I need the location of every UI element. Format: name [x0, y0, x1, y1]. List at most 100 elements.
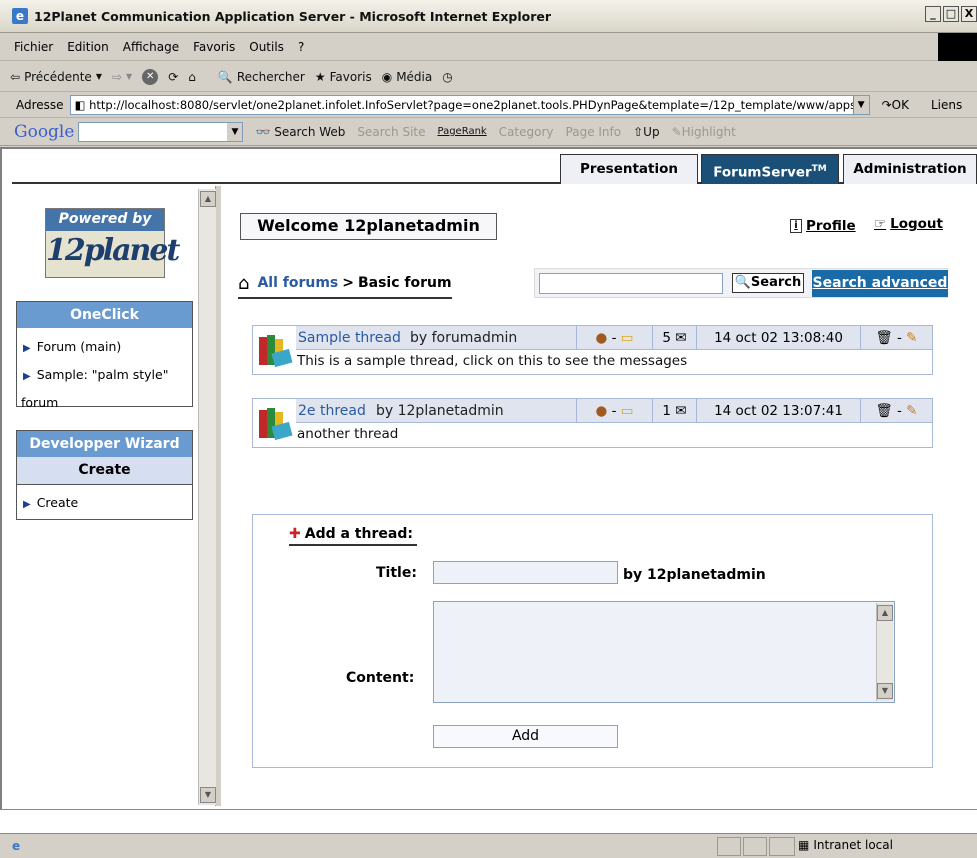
history-button[interactable]: ◷ — [442, 70, 452, 84]
ie-page-icon: e — [12, 839, 21, 853]
scroll-up-icon[interactable]: ▲ — [200, 191, 216, 207]
thread-title-input[interactable] — [433, 561, 618, 584]
favorites-button[interactable]: ★ Favoris — [315, 70, 372, 84]
search-icon: 🔍 — [217, 69, 233, 84]
status-cell — [743, 836, 767, 856]
powered-by-logo: Powered by 12planet — [45, 208, 180, 278]
sidebar-item-forum-main[interactable]: ▶ Forum (main) — [17, 334, 192, 362]
title-label: Title: — [376, 565, 417, 581]
refresh-button[interactable]: ⟳ — [168, 70, 178, 84]
home-button[interactable]: ⌂ — [188, 70, 196, 84]
search-advanced-link[interactable]: Search advanced — [812, 270, 948, 297]
thread-title-link[interactable]: 2e thread — [298, 399, 366, 423]
media-icon: ◉ — [381, 69, 393, 84]
menu-edition[interactable]: Edition — [67, 40, 109, 54]
address-input[interactable]: ◧ http://localhost:8080/servlet/one2plan… — [69, 94, 870, 115]
search-web-button[interactable]: 👓 Search Web — [255, 125, 345, 139]
folder-icon[interactable]: ▭ — [621, 330, 634, 346]
google-search-input[interactable]: ▼ — [78, 121, 244, 142]
play-icon[interactable]: ● — [595, 330, 607, 346]
breadcrumb: ⌂ All forums > Basic forum — [238, 269, 452, 299]
sidebar-item-forum-continued[interactable]: forum — [17, 390, 192, 416]
sidebar-item-sample-palm[interactable]: ▶ Sample: "palm style" — [17, 362, 192, 390]
menu-favoris[interactable]: Favoris — [193, 40, 235, 54]
minimize-button[interactable]: _ — [925, 6, 941, 22]
back-arrow-icon: ⇦ — [10, 69, 21, 84]
forum-search-button[interactable]: 🔍Search — [732, 273, 804, 293]
media-button[interactable]: ◉ Média — [382, 70, 433, 84]
close-button[interactable]: X — [961, 6, 977, 22]
message-count: 5 ✉ — [652, 326, 696, 350]
up-button[interactable]: ⇧Up — [633, 125, 659, 139]
logout-link[interactable]: ☞ Logout — [874, 216, 943, 232]
thread-actions: ● - ▭ — [576, 399, 652, 423]
category-button[interactable]: Category — [499, 125, 554, 139]
intranet-icon: ▦ — [798, 838, 810, 852]
message-count: 1 ✉ — [652, 399, 696, 423]
stop-icon: ✕ — [142, 68, 159, 85]
google-logo[interactable]: Google — [14, 122, 74, 142]
scroll-down-icon[interactable]: ▼ — [877, 683, 893, 699]
oneclick-box: OneClick ▶ Forum (main) ▶ Sample: "palm st… — [16, 301, 193, 410]
title-bar: e 12Planet Communication Application Ser… — [0, 0, 977, 33]
magnifier-icon: 🔍 — [734, 275, 751, 290]
search-button[interactable]: 🔍 Rechercher — [218, 70, 305, 84]
tab-presentation[interactable]: Presentation — [560, 154, 698, 184]
go-button[interactable]: ↷OK — [882, 98, 909, 112]
thread-title-link[interactable]: Sample thread — [298, 326, 401, 350]
thread-by-user: by 12planetadmin — [623, 567, 766, 583]
status-cell — [769, 836, 795, 856]
breadcrumb-all-forums[interactable]: All forums — [257, 275, 338, 291]
page-icon: ◧ — [74, 97, 90, 112]
scroll-down-icon[interactable]: ▼ — [200, 787, 216, 803]
menu-fichier[interactable]: Fichier — [14, 40, 53, 54]
menu-help[interactable]: ? — [298, 40, 304, 54]
menu-outils[interactable]: Outils — [249, 40, 284, 54]
triangle-icon: ▶ — [23, 499, 31, 510]
forum-search-input[interactable] — [539, 273, 723, 294]
scroll-up-icon[interactable]: ▲ — [877, 605, 893, 621]
search-site-button[interactable]: Search Site — [357, 125, 425, 139]
folder-icon[interactable]: ▭ — [621, 403, 634, 419]
window-title: 12Planet Communication Application Serve… — [34, 8, 552, 24]
forward-button[interactable]: ⇨ ▼ — [112, 70, 132, 84]
stop-button[interactable]: ✕ — [142, 68, 159, 85]
status-cell — [717, 836, 741, 856]
links-button[interactable]: Liens — [931, 98, 962, 112]
chevron-down-icon[interactable]: ▼ — [227, 122, 243, 141]
menu-affichage[interactable]: Affichage — [123, 40, 179, 54]
home-icon: ⌂ — [188, 69, 196, 84]
pagerank-button[interactable]: PageRank — [438, 126, 487, 137]
back-button[interactable]: ⇦ Précédente ▼ — [10, 70, 102, 84]
left-frame-scrollbar[interactable]: ▲ ▼ — [198, 189, 216, 805]
frame-divider[interactable] — [216, 186, 221, 806]
bottom-frame — [0, 809, 977, 833]
thread-row[interactable]: Sample thread by forumadmin ● - ▭ 5 ✉ 14… — [252, 325, 933, 375]
tab-forumserver[interactable]: ForumServerTM — [701, 154, 839, 184]
trash-icon[interactable]: 🗑 — [876, 330, 893, 346]
maximize-button[interactable]: □ — [943, 6, 959, 22]
wizard-title: Developper Wizard — [17, 431, 192, 457]
play-icon[interactable]: ● — [595, 403, 607, 419]
profile-link[interactable]: i Profile — [790, 218, 856, 234]
address-dropdown-icon[interactable]: ▼ — [852, 95, 869, 114]
tab-administration[interactable]: Administration — [843, 154, 977, 184]
add-thread-button[interactable]: Add — [433, 725, 618, 748]
sidebar-item-create[interactable]: ▶ Create — [17, 490, 192, 518]
windows-logo-area — [938, 33, 977, 61]
edit-pencil-icon[interactable]: ✎ — [906, 330, 917, 346]
trash-icon[interactable]: 🗑 — [876, 403, 893, 419]
textarea-scrollbar[interactable]: ▲ ▼ — [876, 603, 893, 701]
thread-row[interactable]: 2e thread by 12planetadmin ● - ▭ 1 ✉ 14 … — [252, 398, 933, 448]
highlight-button[interactable]: ✎Highlight — [672, 125, 736, 139]
page-info-button[interactable]: Page Info — [566, 125, 622, 139]
thread-tools: 🗑 - ✎ — [860, 399, 932, 423]
thread-author: by forumadmin — [410, 330, 518, 346]
thread-content-textarea[interactable] — [433, 601, 895, 703]
books-icon — [257, 402, 293, 442]
go-arrow-icon: ↷ — [881, 97, 892, 112]
edit-pencil-icon[interactable]: ✎ — [906, 403, 917, 419]
triangle-icon: ▶ — [23, 343, 31, 354]
binoculars-icon: 👓 — [255, 124, 275, 139]
home-icon[interactable]: ⌂ — [238, 273, 249, 294]
